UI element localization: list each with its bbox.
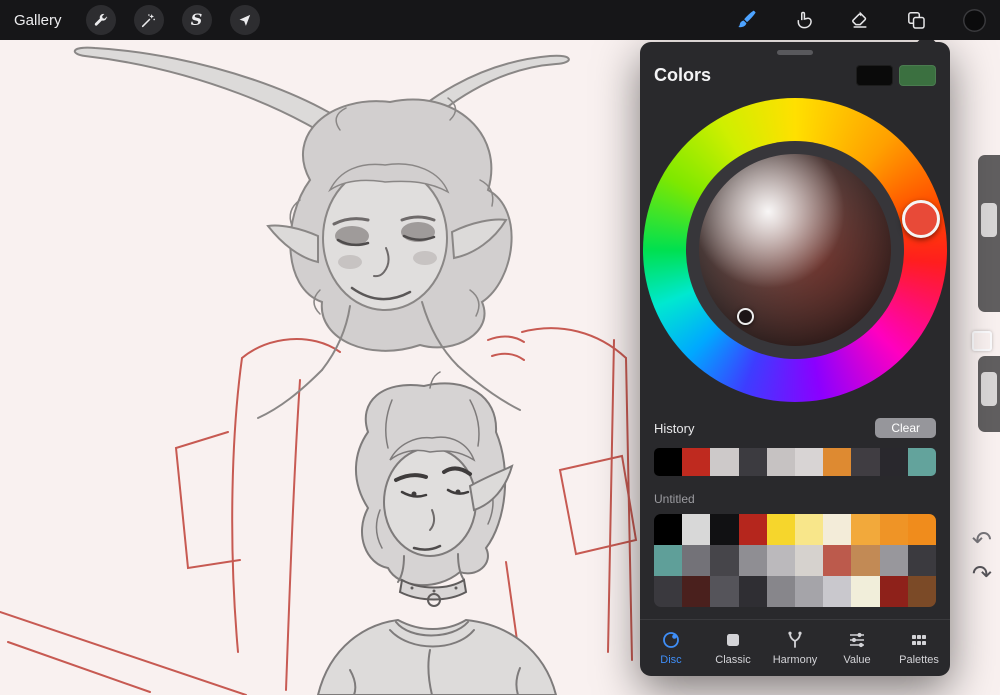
opacity-slider[interactable] <box>978 356 1000 432</box>
transform-button[interactable] <box>229 5 260 35</box>
palette-swatch[interactable] <box>851 576 880 607</box>
palette-swatch[interactable] <box>710 545 739 576</box>
undo-icon[interactable]: ↶ <box>972 528 992 552</box>
procreate-app: Gallery S ↶ ↷ Colors History Clear Untit… <box>0 0 1000 695</box>
tab-value[interactable]: Value <box>826 630 888 666</box>
magic-wand-icon <box>141 13 155 27</box>
palette-swatch[interactable] <box>795 514 824 545</box>
history-swatch[interactable] <box>851 448 880 476</box>
tab-disc[interactable]: Disc <box>640 630 702 666</box>
layers-button[interactable] <box>906 10 927 31</box>
palette-grid <box>654 514 936 607</box>
palette-swatch[interactable] <box>879 545 908 576</box>
value-icon <box>850 632 864 648</box>
palette-swatch[interactable] <box>907 576 936 607</box>
disc-icon <box>663 632 679 648</box>
palette-swatch[interactable] <box>738 545 767 576</box>
history-label: History <box>654 420 695 436</box>
color-mode-tabbar: Disc Classic Harmony Value Palettes <box>640 619 950 676</box>
colors-title: Colors <box>654 65 712 85</box>
palette-swatch[interactable] <box>654 514 683 545</box>
selection-button[interactable]: S <box>181 5 212 35</box>
palette-swatch[interactable] <box>738 576 767 607</box>
tab-classic[interactable]: Classic <box>702 630 764 666</box>
selection-s-icon: S <box>190 10 203 29</box>
history-swatch[interactable] <box>795 448 824 476</box>
tab-palettes[interactable]: Palettes <box>888 630 950 666</box>
palettes-icon <box>912 635 926 645</box>
palette-name: Untitled <box>654 492 695 506</box>
palette-swatch[interactable] <box>766 576 795 607</box>
brush-button[interactable] <box>736 9 758 31</box>
adjustments-button[interactable] <box>133 5 164 35</box>
palette-swatch[interactable] <box>766 514 795 545</box>
tab-harmony[interactable]: Harmony <box>764 630 826 666</box>
palette-swatch[interactable] <box>654 576 683 607</box>
clear-history-button[interactable]: Clear <box>875 418 936 438</box>
palette-swatch[interactable] <box>851 514 880 545</box>
current-color-primary[interactable] <box>856 65 893 86</box>
palette-swatch[interactable] <box>682 576 711 607</box>
smudge-finger-icon <box>797 11 812 29</box>
opacity-handle[interactable] <box>981 372 997 406</box>
wrench-icon <box>94 13 108 26</box>
layers-icon <box>908 11 925 29</box>
harmony-icon <box>788 631 802 648</box>
color-button[interactable] <box>963 8 986 32</box>
palette-swatch[interactable] <box>879 514 908 545</box>
classic-icon <box>727 634 739 646</box>
history-swatch[interactable] <box>738 448 767 476</box>
history-swatch[interactable] <box>823 448 852 476</box>
actions-button[interactable] <box>85 5 116 35</box>
palette-swatch[interactable] <box>710 514 739 545</box>
palette-swatch[interactable] <box>823 514 852 545</box>
palette-swatch[interactable] <box>823 576 852 607</box>
palette-swatch[interactable] <box>823 545 852 576</box>
palette-swatch[interactable] <box>879 576 908 607</box>
palette-swatch[interactable] <box>682 514 711 545</box>
modify-button[interactable] <box>972 331 992 351</box>
palette-swatch[interactable] <box>851 545 880 576</box>
palette-swatch[interactable] <box>654 545 683 576</box>
top-toolbar: Gallery S <box>0 0 1000 40</box>
history-swatch[interactable] <box>879 448 908 476</box>
eraser-icon <box>852 11 867 28</box>
brush-size-slider[interactable] <box>978 155 1000 312</box>
history-swatch[interactable] <box>654 448 683 476</box>
palette-swatch[interactable] <box>738 514 767 545</box>
palette-swatch[interactable] <box>766 545 795 576</box>
gallery-button[interactable]: Gallery <box>14 12 62 29</box>
saturation-brightness-disc[interactable] <box>699 154 891 346</box>
transform-arrow-icon <box>239 14 251 26</box>
history-swatches <box>654 448 936 476</box>
hue-selector[interactable] <box>902 200 940 238</box>
palette-swatch[interactable] <box>907 545 936 576</box>
palette-swatch[interactable] <box>682 545 711 576</box>
color-wheel[interactable] <box>643 98 947 402</box>
erase-button[interactable] <box>850 10 870 30</box>
smudge-button[interactable] <box>794 10 814 30</box>
palette-swatch[interactable] <box>710 576 739 607</box>
palette-swatch[interactable] <box>795 576 824 607</box>
paintbrush-icon <box>738 10 756 28</box>
brush-size-handle[interactable] <box>981 203 997 237</box>
history-swatch[interactable] <box>682 448 711 476</box>
history-swatch[interactable] <box>907 448 936 476</box>
history-swatch[interactable] <box>766 448 795 476</box>
current-color-secondary[interactable] <box>899 65 936 86</box>
current-color-icon <box>963 8 986 32</box>
history-swatch[interactable] <box>710 448 739 476</box>
saturation-selector[interactable] <box>737 308 754 325</box>
palette-swatch[interactable] <box>795 545 824 576</box>
palette-swatch[interactable] <box>907 514 936 545</box>
redo-icon[interactable]: ↷ <box>972 562 992 586</box>
colors-panel: Colors History Clear Untitled Disc Class… <box>640 32 950 676</box>
